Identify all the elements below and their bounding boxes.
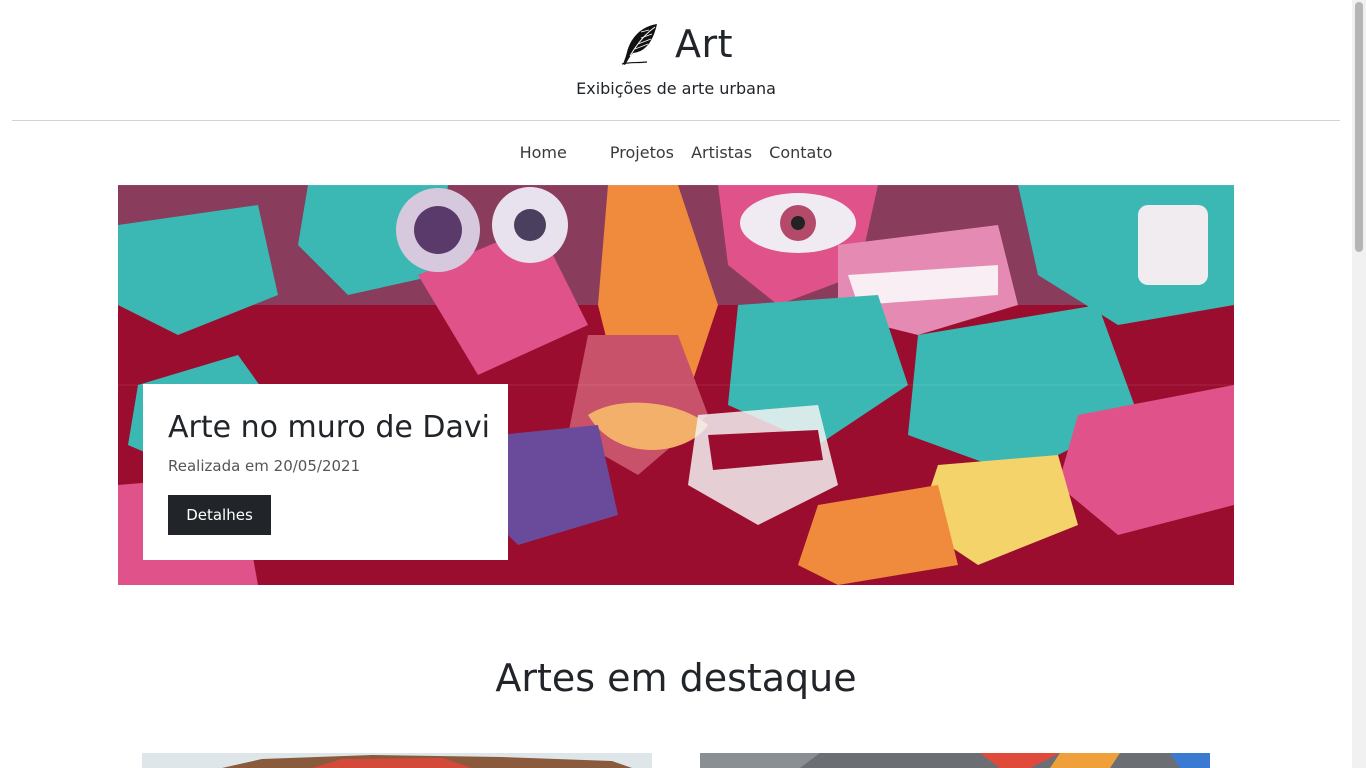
details-button[interactable]: Detalhes [168,495,271,535]
nav-link-artistas[interactable]: Artistas [691,143,752,162]
featured-art-image [142,753,652,768]
featured-art-image [700,753,1210,768]
site-tagline: Exibições de arte urbana [576,79,776,98]
featured-art-thumbnail[interactable] [700,753,1210,768]
header-divider [12,120,1340,121]
hero-date: Realizada em 20/05/2021 [168,457,361,475]
featured-art-thumbnail[interactable] [142,753,652,768]
logo-text: Art [674,22,734,66]
site-header: Art Exibições de arte urbana [0,0,1366,120]
nav-link-projetos[interactable]: Projetos [610,143,674,162]
page-scrollbar[interactable] [1352,0,1366,768]
brand: Art [0,22,1352,70]
nav-link-home[interactable]: Home [520,143,567,162]
nav-link-contato[interactable]: Contato [769,143,832,162]
brand-link[interactable]: Art [619,22,733,66]
hero-card: Arte no muro de Davi Realizada em 20/05/… [143,384,508,560]
hero-banner: Arte no muro de Davi Realizada em 20/05/… [118,185,1234,585]
feather-icon [621,24,657,65]
hero-title: Arte no muro de Davi [168,410,490,445]
main-nav: Home Projetos Artistas Contato [0,143,1352,162]
scrollbar-thumb[interactable] [1355,2,1363,252]
featured-section-title: Artes em destaque [495,656,857,700]
